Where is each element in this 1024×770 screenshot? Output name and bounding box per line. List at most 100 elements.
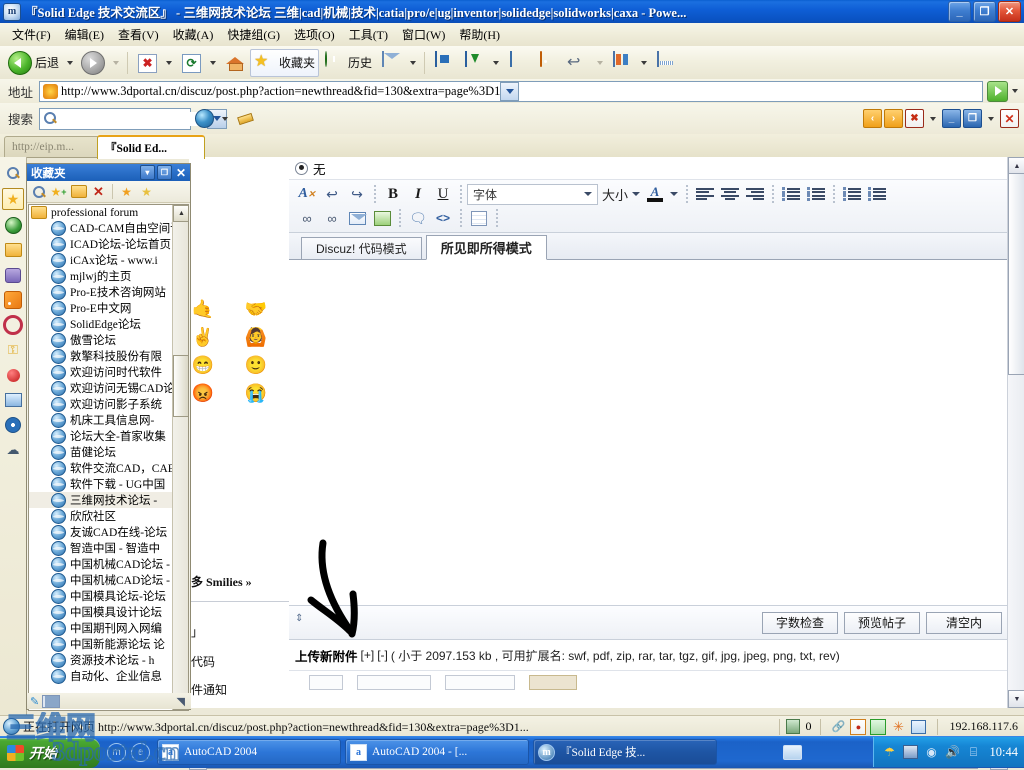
link-icon[interactable]: ✎	[30, 695, 39, 708]
restore-button[interactable]: ❐	[973, 1, 996, 22]
add-favorite-icon[interactable]: ★ +	[50, 183, 67, 200]
font-size-label[interactable]: 大小	[602, 185, 628, 204]
quote-icon[interactable]: 🗨	[406, 207, 430, 230]
ie-icon[interactable]: e	[131, 742, 150, 762]
home-button[interactable]	[220, 49, 250, 77]
restore-dropdown-icon[interactable]	[988, 116, 994, 121]
globe-icon[interactable]	[3, 215, 23, 235]
resize-handle-icon[interactable]: ⇕	[295, 613, 313, 633]
edit-button[interactable]	[503, 49, 533, 77]
underline-icon[interactable]: U	[431, 183, 455, 206]
more-smilies-link[interactable]: 多 Smilies »	[191, 573, 252, 590]
grid-icon[interactable]	[42, 694, 61, 708]
list-item[interactable]: 中国机械CAD论坛 -	[29, 572, 188, 588]
list-item[interactable]: 资源技术论坛 - h	[29, 652, 188, 668]
bold-icon[interactable]: B	[381, 183, 405, 206]
search-input[interactable]	[61, 111, 208, 126]
clock[interactable]: 10:44	[990, 745, 1018, 760]
download-button[interactable]	[459, 49, 489, 77]
list-item[interactable]: 欢迎访问影子系统	[29, 396, 188, 412]
new-folder-icon[interactable]	[70, 183, 87, 200]
font-color-chevron-down-icon[interactable]	[670, 192, 679, 196]
attachment-stub-2[interactable]	[357, 674, 431, 690]
attachment-collapse[interactable]: [-]	[377, 648, 388, 662]
list-item[interactable]: 中国机械CAD论坛 -	[29, 556, 188, 572]
volume-icon[interactable]: 🔊	[945, 744, 961, 760]
history-button[interactable]: 历史	[319, 49, 376, 77]
outdent-icon[interactable]	[840, 183, 864, 206]
unlink-icon[interactable]: ∞	[320, 207, 344, 230]
list-item[interactable]: 软件下载 - UG中国	[29, 476, 188, 492]
indent-icon[interactable]	[865, 183, 889, 206]
popup-icon[interactable]	[910, 719, 926, 735]
list-item[interactable]: 中国模具设计论坛	[29, 604, 188, 620]
clear-content-button[interactable]: 清空内	[926, 611, 1002, 634]
favorites-scrollbar[interactable]: ▲ ▼	[172, 205, 188, 710]
tab-solid-edge[interactable]: 『Solid Ed...	[97, 135, 205, 159]
ime-keyboard-icon[interactable]	[783, 744, 803, 760]
find-icon[interactable]: ★	[138, 183, 155, 200]
prev-tab-button[interactable]: ‹	[863, 109, 882, 128]
favorites-tree[interactable]: professional forum CAD-CAM自由空间论 ICAD论坛-论坛…	[28, 204, 189, 711]
list-item[interactable]: 😡	[191, 381, 215, 405]
dropdown-icon[interactable]: ▾	[139, 165, 155, 180]
list-item[interactable]: 智造中国 - 智造中	[29, 540, 188, 556]
list-item[interactable]: 自动化、企业信息	[29, 668, 188, 684]
attachment-stub-1[interactable]	[309, 674, 343, 690]
task-solid-edge[interactable]: m 『Solid Edge 技...	[533, 739, 717, 765]
ordered-list-icon[interactable]	[779, 183, 803, 206]
forward-button[interactable]	[77, 49, 109, 77]
minimize-button[interactable]: _	[948, 1, 971, 22]
network-icon[interactable]	[903, 744, 919, 760]
screen-button[interactable]	[651, 49, 681, 77]
monitor-icon[interactable]	[3, 390, 23, 410]
list-item[interactable]: 友诚CAD在线-论坛	[29, 524, 188, 540]
list-item[interactable]: 三维网技术论坛 -	[29, 492, 188, 508]
upload-attachment-link[interactable]: 上传新附件	[295, 646, 358, 665]
stop-button[interactable]: ✖	[132, 49, 162, 77]
list-item[interactable]: 机床工具信息网-	[29, 412, 188, 428]
refresh-button[interactable]: ⟳	[176, 49, 206, 77]
list-item[interactable]: 敦擎科技股份有限	[29, 348, 188, 364]
content-vertical-scrollbar[interactable]: ▲ ▼	[1007, 157, 1024, 708]
minimize-child-button[interactable]: _	[942, 109, 961, 128]
task-autocad-1[interactable]: a AutoCAD 2004	[157, 739, 341, 765]
umbrella-icon[interactable]: ☂	[882, 744, 898, 760]
code-icon[interactable]: <>	[431, 207, 455, 230]
clear-format-icon[interactable]: A ✕	[295, 183, 319, 206]
favorites-button[interactable]: ★ 收藏夹	[250, 48, 320, 77]
block-icon[interactable]: ●	[850, 718, 867, 735]
refresh-dropdown-icon[interactable]	[210, 60, 217, 65]
drum-icon[interactable]	[3, 265, 23, 285]
italic-icon[interactable]: I	[406, 183, 430, 206]
table-icon[interactable]	[467, 207, 491, 230]
list-item[interactable]: 中国新能源论坛 论	[29, 636, 188, 652]
list-item[interactable]: iCAx论坛 - www.i	[29, 252, 188, 268]
menu-view[interactable]: 查看(V)	[111, 24, 166, 45]
list-item[interactable]: ✌	[191, 325, 215, 349]
tab-wysiwyg-mode[interactable]: 所见即所得模式	[425, 235, 547, 260]
search-box[interactable]	[39, 107, 228, 130]
list-item[interactable]: 傲雪论坛	[29, 332, 188, 348]
stop-dropdown-icon[interactable]	[166, 60, 173, 65]
image-icon[interactable]	[370, 207, 394, 230]
font-family-select[interactable]: 字体	[467, 183, 598, 205]
list-item[interactable]: mjlwj的主页	[29, 268, 188, 284]
align-left-icon[interactable]	[693, 183, 717, 206]
maxthon-icon[interactable]: m	[107, 742, 126, 762]
list-item[interactable]: 欢迎访问时代软件	[29, 364, 188, 380]
list-item[interactable]: Pro-E技术咨询网站	[29, 284, 188, 300]
font-size-chevron-down-icon[interactable]	[632, 192, 641, 196]
record-icon[interactable]	[3, 315, 23, 335]
scrollbar-thumb[interactable]	[173, 355, 188, 417]
list-item[interactable]: 欣欣社区	[29, 508, 188, 524]
font-color-icon[interactable]: A	[644, 183, 666, 206]
list-item[interactable]: ICAD论坛-论坛首页	[29, 236, 188, 252]
email-icon[interactable]	[345, 207, 369, 230]
disc-icon[interactable]	[3, 415, 23, 435]
tab-bbcode-mode[interactable]: Discuz! 代码模式	[301, 237, 422, 259]
sun-icon[interactable]: ✳	[890, 719, 906, 735]
undo-icon[interactable]: ↩	[320, 183, 344, 206]
scroll-down-icon[interactable]: ▼	[1008, 690, 1024, 708]
close-tab-button[interactable]: ✖	[905, 109, 924, 128]
